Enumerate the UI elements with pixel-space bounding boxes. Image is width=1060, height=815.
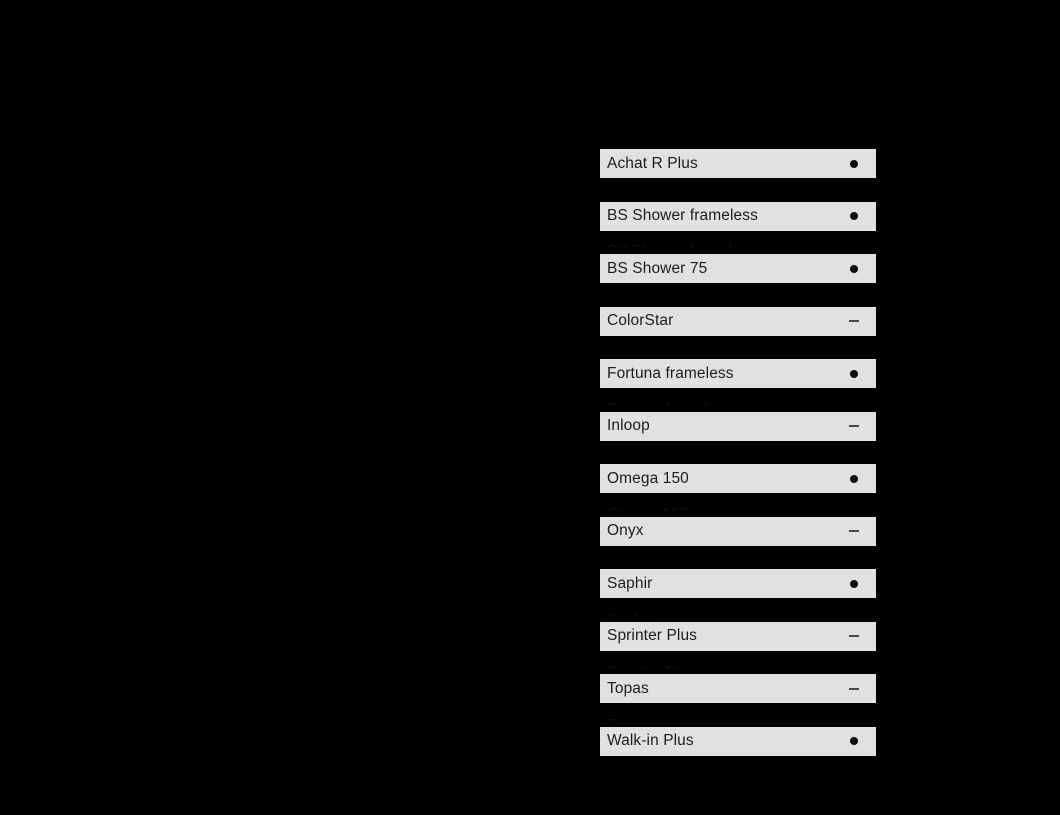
dot-glyph: [850, 264, 858, 273]
dash-glyph: [849, 635, 859, 637]
product-label: Saphir: [607, 574, 653, 592]
dash-glyph: [849, 687, 859, 690]
product-row[interactable]: Inloop: [600, 411, 876, 441]
dot-glyph: [850, 159, 858, 168]
product-label: ColorStar: [607, 312, 674, 330]
product-row[interactable]: Onyx: [600, 516, 876, 546]
product-row[interactable]: Achat R Plus: [600, 149, 876, 178]
dot-glyph: [850, 579, 858, 588]
product-label: Topas: [607, 679, 649, 697]
status-dash-icon: [846, 418, 862, 434]
product-label: Inloop: [607, 417, 650, 435]
product-label: Walk-in Plus: [607, 732, 694, 750]
status-dot-icon: [846, 471, 862, 487]
status-dot-icon: [846, 366, 862, 382]
dot-glyph: [850, 737, 858, 745]
product-row[interactable]: Sprinter Plus: [600, 621, 876, 651]
status-dash-icon: [846, 313, 862, 329]
dash-glyph: [849, 425, 859, 427]
product-label: BS Shower 75: [607, 259, 708, 277]
product-row[interactable]: Walk-in Plus: [600, 726, 876, 756]
dot-glyph: [850, 369, 858, 378]
product-row[interactable]: BS Shower 75: [600, 254, 876, 283]
product-row[interactable]: Topas: [600, 674, 876, 703]
status-dot-icon: [846, 733, 862, 749]
dash-glyph: [849, 530, 859, 532]
product-row[interactable]: Fortuna frameless: [600, 359, 876, 388]
product-label: BS Shower frameless: [607, 207, 758, 225]
status-dash-icon: [846, 681, 862, 697]
status-dot-icon: [846, 261, 862, 277]
status-dot-icon: [846, 576, 862, 592]
status-dash-icon: [846, 523, 862, 539]
product-label: Fortuna frameless: [607, 364, 734, 382]
product-row[interactable]: ColorStar: [600, 306, 876, 336]
status-dot-icon: [846, 156, 862, 172]
dash-glyph: [849, 320, 859, 322]
product-label: Onyx: [607, 522, 644, 540]
dot-glyph: [850, 474, 858, 483]
product-row[interactable]: Saphir: [600, 569, 876, 598]
dot-glyph: [850, 212, 858, 220]
status-dash-icon: [846, 628, 862, 644]
product-label: Achat R Plus: [607, 154, 698, 172]
product-label: Sprinter Plus: [607, 627, 698, 645]
product-row[interactable]: BS Shower frameless: [600, 201, 876, 231]
product-label: Omega 150: [607, 469, 689, 487]
product-list: Achat R Plus BS Shower frameless BS Shower…: [600, 149, 876, 756]
status-dot-icon: [846, 208, 862, 224]
product-row[interactable]: Omega 150: [600, 464, 876, 493]
